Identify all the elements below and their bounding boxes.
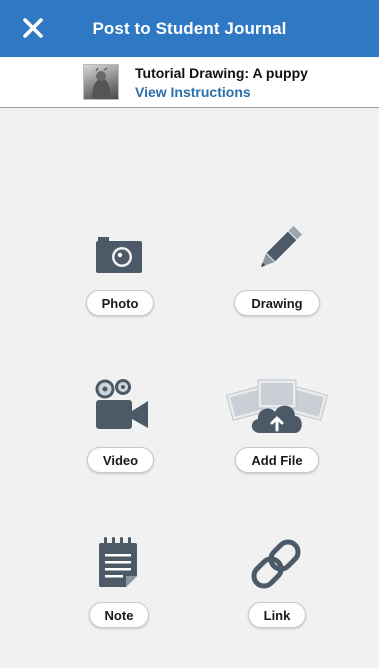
- photo-button[interactable]: Photo: [86, 290, 154, 316]
- view-instructions-link[interactable]: View Instructions: [135, 84, 251, 100]
- add-file-button[interactable]: Add File: [235, 447, 319, 473]
- video-label: Video: [102, 452, 139, 468]
- drawing-label: Drawing: [251, 295, 303, 311]
- camera-icon[interactable]: [95, 236, 143, 274]
- assignment-thumbnail: [83, 64, 119, 100]
- video-button[interactable]: Video: [87, 447, 154, 473]
- note-button[interactable]: Note: [89, 602, 149, 628]
- video-camera-icon[interactable]: [94, 378, 150, 430]
- drawing-button[interactable]: Drawing: [234, 290, 320, 316]
- cloud-upload-icon[interactable]: [226, 378, 328, 436]
- assignment-info: Tutorial Drawing: A puppy View Instructi…: [0, 57, 379, 108]
- page-title: Post to Student Journal: [92, 18, 287, 38]
- add-file-label: Add File: [251, 452, 303, 468]
- note-label: Note: [104, 607, 134, 623]
- pencil-icon[interactable]: [253, 224, 303, 276]
- header-bar: Post to Student Journal: [0, 0, 379, 57]
- notepad-icon[interactable]: [96, 537, 142, 589]
- link-label: Link: [263, 607, 291, 623]
- link-button[interactable]: Link: [248, 602, 306, 628]
- assignment-title: Tutorial Drawing: A puppy: [135, 65, 308, 81]
- chain-link-icon[interactable]: [247, 536, 305, 592]
- close-icon[interactable]: [20, 15, 46, 41]
- photo-label: Photo: [101, 295, 139, 311]
